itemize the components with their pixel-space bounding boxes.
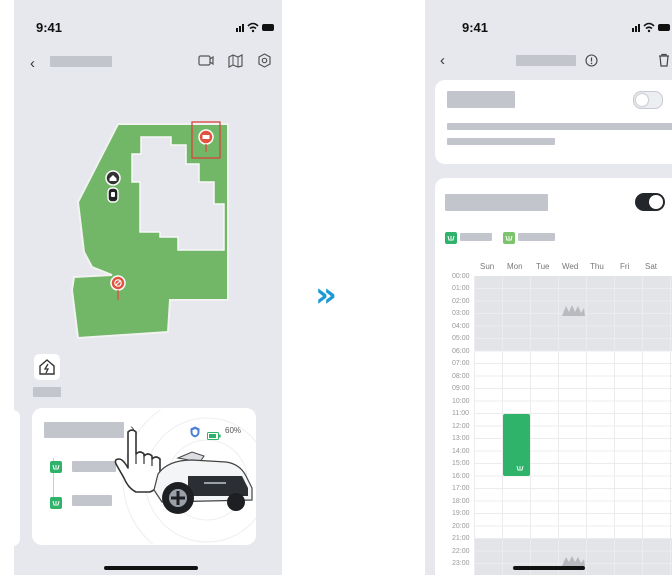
- mowing-legend-icon: [445, 231, 457, 249]
- right-phone-screen: 9:41 ‹ Sun Mon Tue Wed Thu Fri Sat 00:00…: [425, 0, 672, 575]
- camera-icon[interactable]: [198, 54, 214, 73]
- hour-label: 06:00: [452, 348, 470, 355]
- day-header-mon: Mon: [507, 262, 523, 271]
- status-time: 9:41: [36, 20, 63, 35]
- mowing-schedule-block: [503, 414, 530, 476]
- day-header-sun: Sun: [480, 262, 495, 271]
- mower-position-icon: [107, 187, 119, 208]
- title-placeholder: [516, 55, 576, 66]
- lawn-map: [70, 121, 229, 340]
- recharge-label-placeholder: [33, 387, 61, 397]
- day-header-sat: Sat: [645, 262, 658, 271]
- no-go-zone-marker-icon[interactable]: [198, 129, 214, 158]
- hour-label: 05:00: [452, 335, 470, 342]
- hour-label: 14:00: [452, 448, 470, 455]
- setting-description-line-2: [447, 138, 555, 145]
- hour-label: 00:00: [452, 273, 470, 280]
- status-icons: [632, 20, 672, 38]
- hour-label: 02:00: [452, 298, 470, 305]
- hour-label: 17:00: [452, 485, 470, 492]
- hour-label: 07:00: [452, 360, 470, 367]
- map-icon[interactable]: [228, 54, 243, 73]
- hour-label: 23:00: [452, 560, 470, 567]
- previous-card-edge: [14, 410, 20, 546]
- settings-gear-icon[interactable]: [257, 53, 272, 73]
- obstacle-marker-icon[interactable]: [110, 275, 126, 306]
- home-indicator: [513, 566, 585, 570]
- day-header-tue: Tue: [536, 262, 550, 271]
- day-header-wed: Wed: [562, 262, 579, 271]
- task-two-placeholder: [72, 495, 112, 506]
- mowing-task-icon: [50, 460, 62, 478]
- legend-one-placeholder: [460, 233, 492, 241]
- transition-arrow-icon: »: [315, 275, 337, 315]
- legend-two-placeholder: [518, 233, 555, 241]
- setting-title-placeholder: [447, 91, 515, 108]
- schedule-toggle[interactable]: [635, 193, 665, 211]
- hour-label: 04:00: [452, 323, 470, 330]
- hour-label: 08:00: [452, 373, 470, 380]
- hour-label: 11:00: [452, 410, 469, 417]
- back-chevron-icon[interactable]: ‹: [440, 52, 445, 69]
- delete-trash-icon[interactable]: [657, 53, 671, 72]
- home-indicator: [104, 566, 198, 570]
- schedule-title-placeholder: [445, 194, 548, 211]
- hour-label: 22:00: [452, 548, 470, 555]
- hour-label: 10:00: [452, 398, 470, 405]
- info-icon[interactable]: [585, 54, 598, 72]
- edge-task-icon: [50, 496, 62, 514]
- hour-label: 09:00: [452, 385, 470, 392]
- title-placeholder: [50, 56, 112, 67]
- battery-percent: 60%: [225, 426, 242, 435]
- hour-label: 18:00: [452, 498, 470, 505]
- back-chevron-icon[interactable]: ‹: [30, 55, 35, 72]
- edge-legend-icon: [503, 231, 515, 249]
- hour-label: 21:00: [452, 535, 470, 542]
- day-header-thu: Thu: [590, 262, 604, 271]
- status-time: 9:41: [462, 20, 489, 35]
- hour-label: 19:00: [452, 510, 470, 517]
- mower-status-card[interactable]: › 60%: [32, 408, 256, 545]
- day-header-fri: Fri: [620, 262, 630, 271]
- hour-label: 01:00: [452, 285, 470, 292]
- hour-label: 13:00: [452, 435, 470, 442]
- settings-card: [435, 80, 672, 164]
- recharge-button[interactable]: [34, 354, 60, 380]
- hour-label: 20:00: [452, 523, 470, 530]
- hour-label: 16:00: [452, 473, 470, 480]
- status-icons: [236, 20, 276, 38]
- setting-toggle[interactable]: [633, 91, 663, 109]
- hour-label: 12:00: [452, 423, 470, 430]
- hour-label: 03:00: [452, 310, 470, 317]
- robot-mower-image: [144, 446, 256, 525]
- battery-icon: [207, 427, 221, 445]
- setting-description-line-1: [447, 123, 672, 130]
- left-phone-screen: 9:41 ‹ › 60%: [14, 0, 282, 575]
- weekly-schedule-grid: [474, 276, 672, 575]
- hour-label: 15:00: [452, 460, 470, 467]
- shield-icon: [190, 425, 200, 443]
